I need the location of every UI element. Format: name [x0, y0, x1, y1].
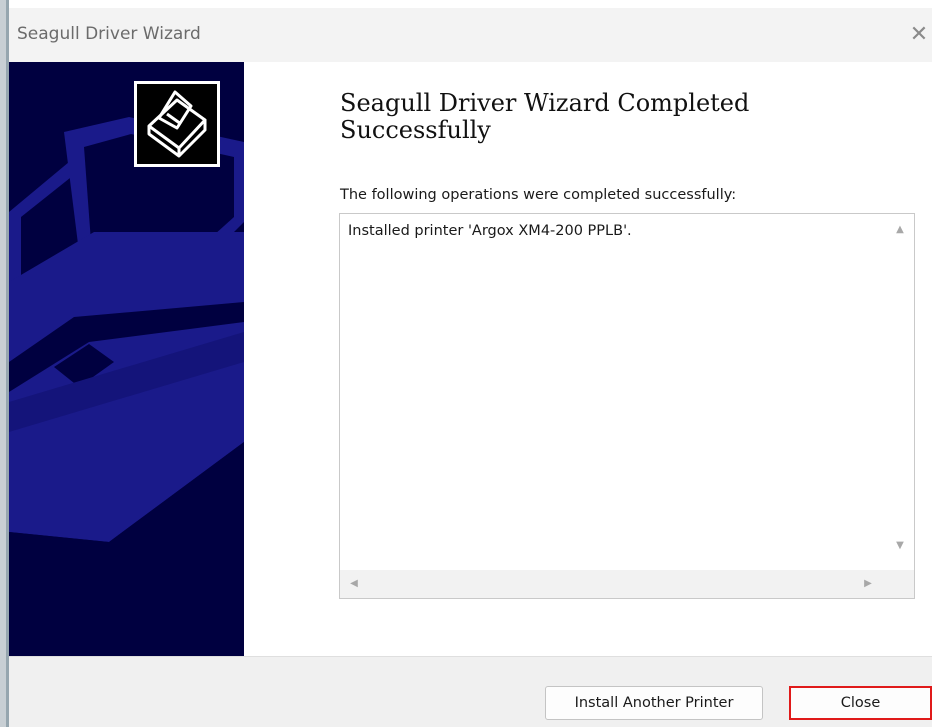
- printer-icon: [134, 81, 220, 167]
- title-bar: Seagull Driver Wizard ✕: [9, 8, 932, 62]
- wizard-window: Seagull Driver Wizard ✕ Seagull Driver W…: [9, 8, 932, 727]
- install-another-printer-button[interactable]: Install Another Printer: [545, 686, 763, 720]
- page-title: Seagull Driver Wizard Completed Successf…: [340, 89, 750, 144]
- list-item: Installed printer 'Argox XM4-200 PPLB'.: [348, 223, 632, 239]
- scroll-left-icon[interactable]: ◀: [346, 576, 362, 592]
- close-button[interactable]: Close: [789, 686, 932, 720]
- wizard-banner: [9, 62, 244, 656]
- operations-listbox[interactable]: Installed printer 'Argox XM4-200 PPLB'. …: [339, 213, 915, 599]
- scrollbar-corner: [886, 570, 914, 598]
- background-edge: [0, 0, 9, 727]
- button-bar: Install Another Printer Close: [9, 656, 932, 727]
- scroll-up-icon[interactable]: ▲: [892, 222, 908, 238]
- close-icon[interactable]: ✕: [906, 22, 932, 48]
- window-title: Seagull Driver Wizard: [17, 24, 201, 44]
- scroll-down-icon[interactable]: ▼: [892, 538, 908, 554]
- operations-label: The following operations were completed …: [340, 187, 737, 203]
- horizontal-scrollbar[interactable]: ◀ ▶: [340, 570, 886, 598]
- scroll-right-icon[interactable]: ▶: [860, 576, 876, 592]
- wizard-content: Seagull Driver Wizard Completed Successf…: [244, 62, 932, 656]
- vertical-scrollbar[interactable]: ▲ ▼: [886, 214, 914, 570]
